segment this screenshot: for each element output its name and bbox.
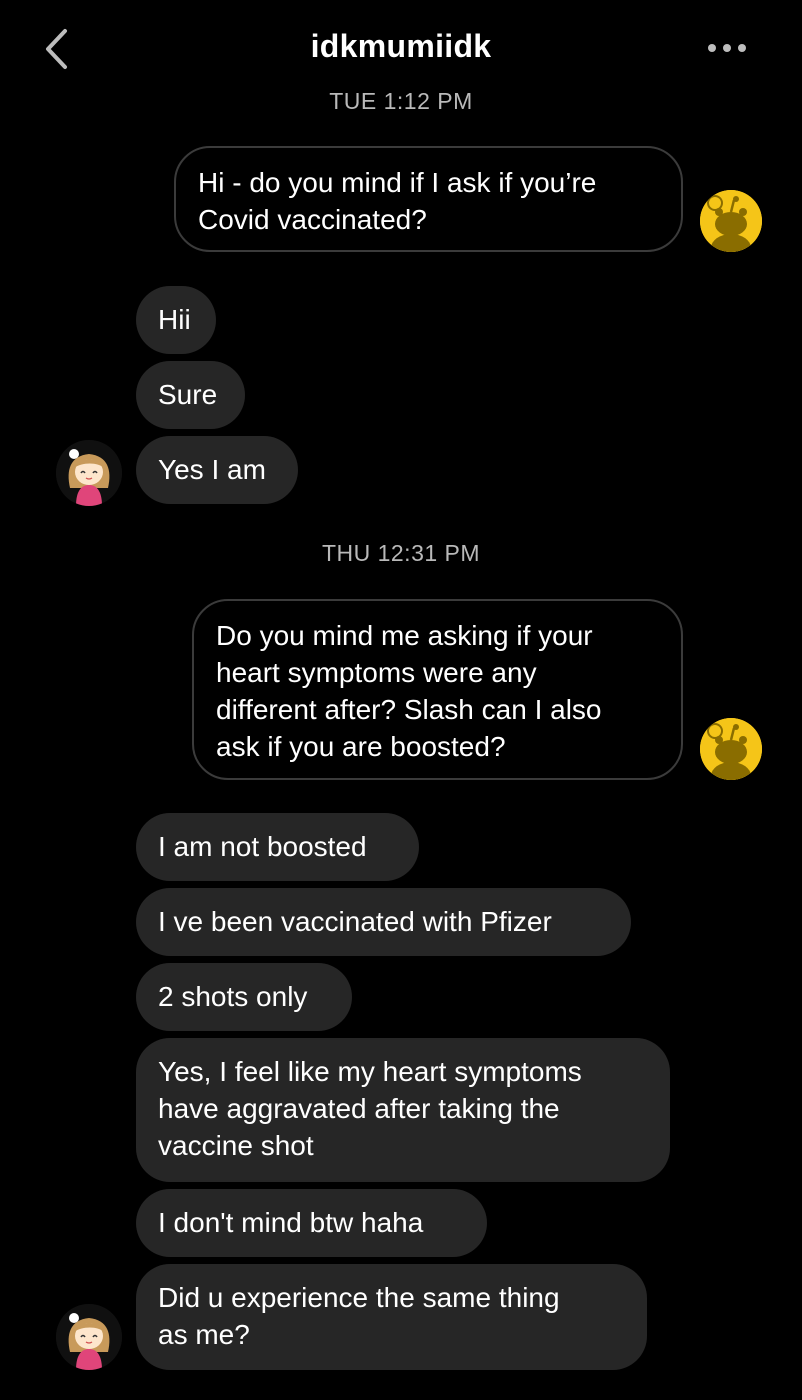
message-line: as me? [158, 1319, 250, 1350]
message-line: I don't mind btw haha [158, 1207, 424, 1238]
message-line: heart symptoms were any [216, 657, 537, 688]
message-bubble-outgoing[interactable]: Do you mind me asking if your heart symp… [192, 599, 683, 780]
snoo-avatar-icon [700, 718, 762, 780]
message-line: Yes, I feel like my heart symptoms [158, 1056, 582, 1087]
message-line: vaccine shot [158, 1130, 314, 1161]
message-line: different after? Slash can I also [216, 694, 602, 725]
message-line: I ve been vaccinated with Pfizer [158, 906, 552, 937]
conversation-title: idkmumiidk [310, 28, 492, 64]
message-line: Hii [158, 304, 191, 335]
message-bubble-incoming[interactable]: Sure [136, 361, 245, 429]
self-avatar[interactable] [700, 718, 762, 780]
message-line: have aggravated after taking the [158, 1093, 560, 1124]
message-bubble-incoming[interactable]: Yes I am [136, 436, 298, 504]
message-bubble-incoming[interactable]: 2 shots only [136, 963, 352, 1031]
anime-girl-avatar-icon [56, 440, 122, 506]
message-line: ask if you are boosted? [216, 731, 506, 762]
message-bubble-outgoing[interactable]: Hi - do you mind if I ask if you’re Covi… [174, 146, 683, 252]
message-bubble-incoming[interactable]: I am not boosted [136, 813, 419, 881]
anime-girl-avatar-icon [56, 1304, 122, 1370]
message-line: Do you mind me asking if your [216, 620, 593, 651]
more-horizontal-icon [708, 44, 746, 52]
message-bubble-incoming[interactable]: Did u experience the same thing as me? [136, 1264, 647, 1370]
snoo-avatar-icon [700, 190, 762, 252]
message-bubble-incoming[interactable]: Hii [136, 286, 216, 354]
contact-avatar[interactable] [56, 440, 122, 506]
message-bubble-incoming[interactable]: I don't mind btw haha [136, 1189, 487, 1257]
self-avatar[interactable] [700, 190, 762, 252]
message-line: I am not boosted [158, 831, 367, 862]
message-line: Sure [158, 379, 218, 410]
timestamp-divider: THU 12:31 PM [321, 540, 481, 566]
conversation-header: idkmumiidk [0, 0, 802, 92]
message-bubble-incoming[interactable]: Yes, I feel like my heart symptoms have … [136, 1038, 670, 1182]
message-line: Did u experience the same thing [158, 1282, 560, 1313]
message-line: Yes I am [158, 454, 266, 485]
timestamp-divider: TUE 1:12 PM [329, 88, 473, 114]
more-options-button[interactable] [700, 30, 754, 66]
message-line: 2 shots only [158, 981, 308, 1012]
message-line: Covid vaccinated? [198, 204, 427, 235]
message-line: Hi - do you mind if I ask if you’re [198, 167, 597, 198]
message-bubble-incoming[interactable]: I ve been vaccinated with Pfizer [136, 888, 631, 956]
contact-avatar[interactable] [56, 1304, 122, 1370]
